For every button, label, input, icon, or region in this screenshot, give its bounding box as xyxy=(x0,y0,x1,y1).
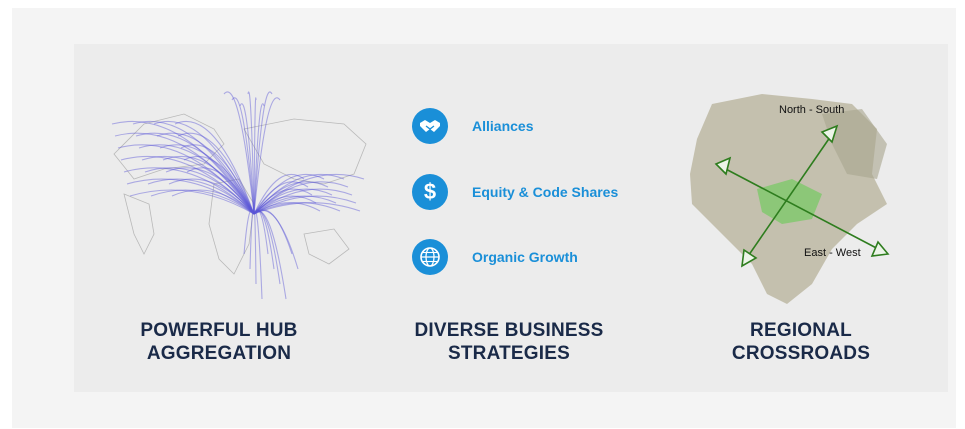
regional-crossroads-heading: REGIONAL CROSSROADS xyxy=(654,319,948,365)
strategy-item-organic-growth: Organic Growth xyxy=(412,239,652,275)
handshake-icon xyxy=(412,108,448,144)
hub-title-line2: AGGREGATION xyxy=(146,343,292,364)
strategy-label: Organic Growth xyxy=(472,249,578,265)
north-south-label: North - South xyxy=(779,104,845,116)
globe-icon xyxy=(412,239,448,275)
content-panel: POWERFUL HUB AGGREGATION Alliances $ Equ… xyxy=(74,44,948,392)
business-strategies-section: Alliances $ Equity & Code Shares Organic… xyxy=(364,44,654,392)
dollar-icon: $ xyxy=(412,174,448,210)
strategy-label: Alliances xyxy=(472,118,534,134)
hub-title-line1: POWERFUL HUB xyxy=(140,320,298,341)
strategies-title-line2: STRATEGIES xyxy=(448,343,570,364)
crossroads-map-image xyxy=(690,94,890,304)
strategy-label: Equity & Code Shares xyxy=(472,184,619,200)
hub-aggregation-section: POWERFUL HUB AGGREGATION xyxy=(74,44,367,392)
east-west-label: East - West xyxy=(804,247,861,259)
strategies-title-line1: DIVERSE BUSINESS xyxy=(414,320,604,341)
strategy-item-equity-code-shares: $ Equity & Code Shares xyxy=(412,174,652,210)
hub-route-map-image xyxy=(111,91,367,300)
strategy-item-alliances: Alliances xyxy=(412,108,652,144)
regional-crossroads-section: North - South East - West REGIONAL CROSS… xyxy=(654,44,948,392)
crossroads-title-line2: CROSSROADS xyxy=(731,343,871,364)
hub-aggregation-heading: POWERFUL HUB AGGREGATION xyxy=(74,319,364,365)
page-background: POWERFUL HUB AGGREGATION Alliances $ Equ… xyxy=(12,8,956,428)
business-strategies-heading: DIVERSE BUSINESS STRATEGIES xyxy=(364,319,654,365)
crossroads-title-line1: REGIONAL xyxy=(750,320,852,341)
